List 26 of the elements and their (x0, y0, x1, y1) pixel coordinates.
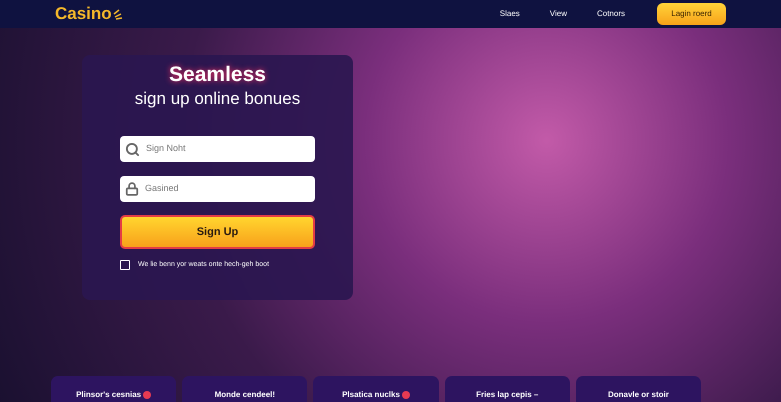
category-label: Monde cendeel! (214, 389, 276, 401)
category-label: Plinsor's cesnias (76, 389, 142, 401)
category-card[interactable]: Monde cendeel! (182, 376, 308, 402)
category-label: Plsatica nuclks (342, 389, 400, 401)
nav-link[interactable]: Slaes (500, 8, 520, 20)
logo-sparkle-icon (112, 8, 123, 20)
login-button[interactable]: Lagin roerd (657, 3, 726, 25)
search-field[interactable]: Sign Noht (120, 136, 315, 162)
signup-title: Seamless (169, 62, 266, 88)
category-card[interactable]: Plinsor's cesnias (51, 376, 176, 402)
logo-text[interactable]: Casino (55, 1, 112, 27)
category-card[interactable]: Donavle or stoir (576, 376, 702, 402)
nav-link[interactable]: Cotnors (596, 8, 625, 20)
lock-icon (125, 182, 139, 196)
category-label: Donavle or stoir (608, 389, 669, 401)
signup-subtitle: sign up online bonues (134, 88, 300, 110)
nav-link[interactable]: View (550, 8, 567, 20)
password-field[interactable]: Gasined (120, 176, 315, 202)
sign-up-button[interactable]: Sign Up (120, 215, 315, 249)
category-label: Fries lap cepis – (476, 389, 538, 401)
consent-checkbox[interactable] (120, 260, 130, 270)
category-card[interactable]: Fries lap cepis – (444, 376, 570, 402)
search-icon (125, 142, 140, 156)
password-input[interactable]: Gasined (145, 182, 310, 196)
search-input[interactable]: Sign Noht (146, 142, 310, 156)
category-card[interactable]: Plsatica nuclks (313, 376, 439, 402)
